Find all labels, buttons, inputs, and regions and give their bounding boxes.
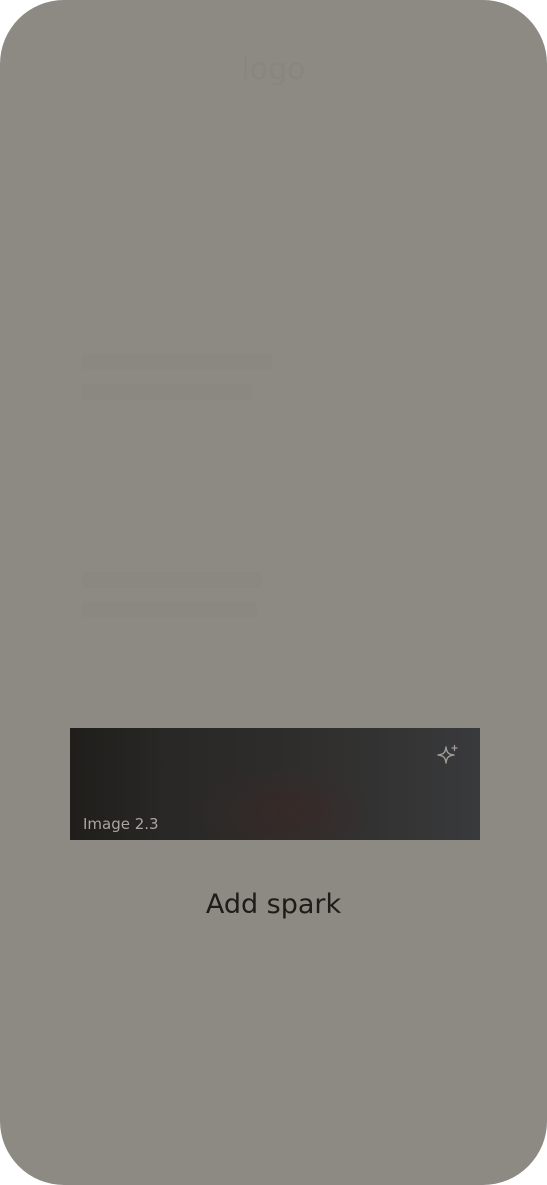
faded-text-block: [82, 572, 282, 632]
add-spark-button[interactable]: Add spark: [0, 889, 547, 920]
phone-screen: logo Image 2.3 Add spark: [0, 0, 547, 1185]
image-card[interactable]: Image 2.3: [70, 728, 480, 840]
sparkle-icon[interactable]: [436, 744, 460, 768]
logo: logo: [241, 52, 306, 87]
faded-text-block: [82, 354, 282, 414]
image-label: Image 2.3: [83, 815, 159, 833]
